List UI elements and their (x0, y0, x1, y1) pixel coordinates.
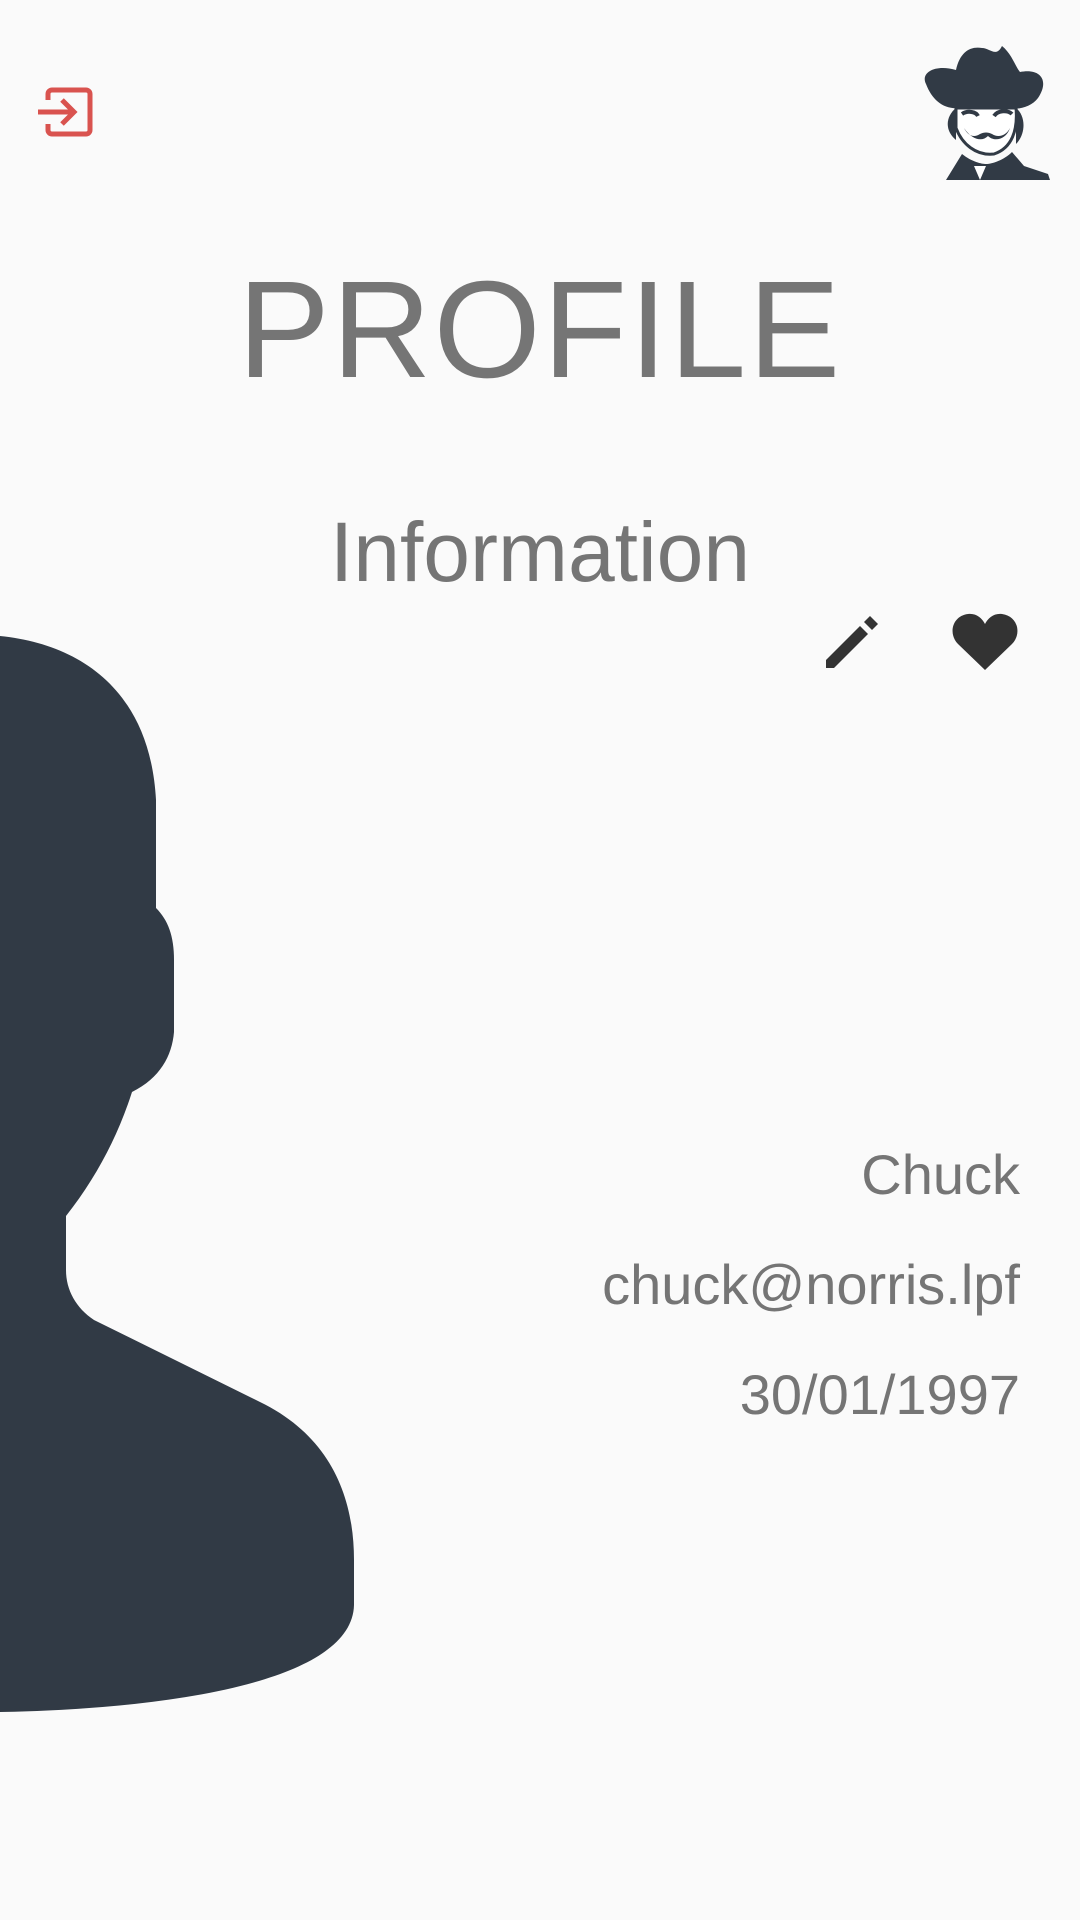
sign-out-icon (38, 87, 93, 137)
pencil-icon (826, 616, 878, 668)
edit-profile-button[interactable] (820, 610, 884, 674)
profile-avatar (0, 630, 360, 1715)
page-title: PROFILE (237, 253, 843, 407)
favorite-button[interactable] (950, 610, 1020, 674)
cowboy-logo-icon (924, 46, 1050, 180)
profile-name: Chuck (861, 1143, 1020, 1206)
heart-icon (952, 613, 1018, 670)
app-logo (916, 44, 1056, 180)
profile-birth-date: 30/01/1997 (739, 1363, 1020, 1426)
section-title: Information (329, 505, 751, 599)
logout-button[interactable] (34, 80, 98, 144)
person-silhouette-icon (0, 636, 354, 1712)
profile-email: chuck@norris.lpf (602, 1253, 1020, 1316)
